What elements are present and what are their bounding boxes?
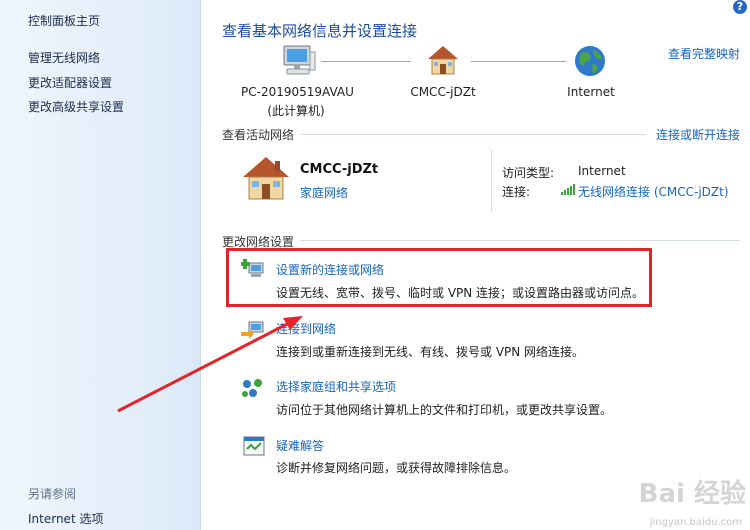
computer-icon — [281, 44, 317, 81]
highlight-box — [226, 248, 652, 307]
homegroup-icon[interactable] — [241, 377, 265, 402]
connector-line — [471, 61, 566, 62]
view-full-map-link[interactable]: 查看完整映射 — [668, 45, 740, 62]
sidebar-item-adapter-settings[interactable]: 更改适配器设置 — [28, 74, 112, 91]
active-networks-heading: 查看活动网络 — [222, 128, 295, 142]
troubleshoot-icon[interactable] — [243, 436, 265, 461]
see-also-heading: 另请参阅 — [28, 487, 77, 501]
network-node-computer-label: PC-20190519AVAU — [241, 85, 354, 99]
connect-disconnect-link[interactable]: 连接或断开连接 — [656, 126, 740, 143]
connector-line — [321, 61, 411, 62]
vertical-divider — [491, 150, 492, 212]
page-title: 查看基本网络信息并设置连接 — [222, 22, 418, 40]
task-troubleshoot-link[interactable]: 疑难解答 — [276, 437, 324, 454]
task-connect-network-link[interactable]: 连接到网络 — [276, 320, 336, 337]
wireless-connection-link[interactable]: 无线网络连接 (CMCC-jDZt) — [578, 183, 729, 200]
access-type-label: 访问类型: — [502, 166, 555, 180]
house-icon[interactable] — [426, 44, 460, 79]
sidebar: 控制面板主页 管理无线网络 更改适配器设置 更改高级共享设置 另请参阅 Inte… — [0, 0, 201, 530]
help-icon[interactable]: ? — [733, 0, 747, 14]
watermark-url: jingyan.baidu.com — [649, 517, 742, 528]
task-homegroup-desc: 访问位于其他网络计算机上的文件和打印机，或更改共享设置。 — [276, 403, 613, 417]
network-node-router-label: CMCC-jDZt — [410, 85, 476, 99]
sidebar-item-advanced-sharing[interactable]: 更改高级共享设置 — [28, 98, 124, 115]
access-type-value: Internet — [578, 164, 626, 178]
wifi-signal-icon — [561, 184, 575, 198]
globe-icon[interactable] — [573, 44, 607, 81]
connection-label: 连接: — [502, 185, 531, 199]
sidebar-item-manage-wireless[interactable]: 管理无线网络 — [28, 49, 100, 66]
network-node-computer-sublabel: (此计算机) — [267, 104, 325, 118]
network-node-internet-label: Internet — [567, 85, 615, 99]
home-network-icon — [241, 155, 291, 204]
sidebar-item-internet-options[interactable]: Internet 选项 — [28, 510, 103, 527]
sidebar-item-control-panel-home[interactable]: 控制面板主页 — [28, 12, 100, 29]
task-connect-network-desc: 连接到或重新连接到无线、有线、拨号或 VPN 网络连接。 — [276, 345, 585, 359]
network-type-link[interactable]: 家庭网络 — [300, 184, 348, 201]
watermark-logo: Bai 经验 — [638, 479, 746, 509]
connect-network-icon[interactable] — [241, 318, 265, 343]
active-network-name: CMCC-jDZt — [300, 162, 379, 177]
task-homegroup-link[interactable]: 选择家庭组和共享选项 — [276, 378, 396, 395]
divider — [301, 134, 646, 135]
task-troubleshoot-desc: 诊断并修复网络问题，或获得故障排除信息。 — [276, 461, 517, 475]
divider — [300, 240, 740, 241]
